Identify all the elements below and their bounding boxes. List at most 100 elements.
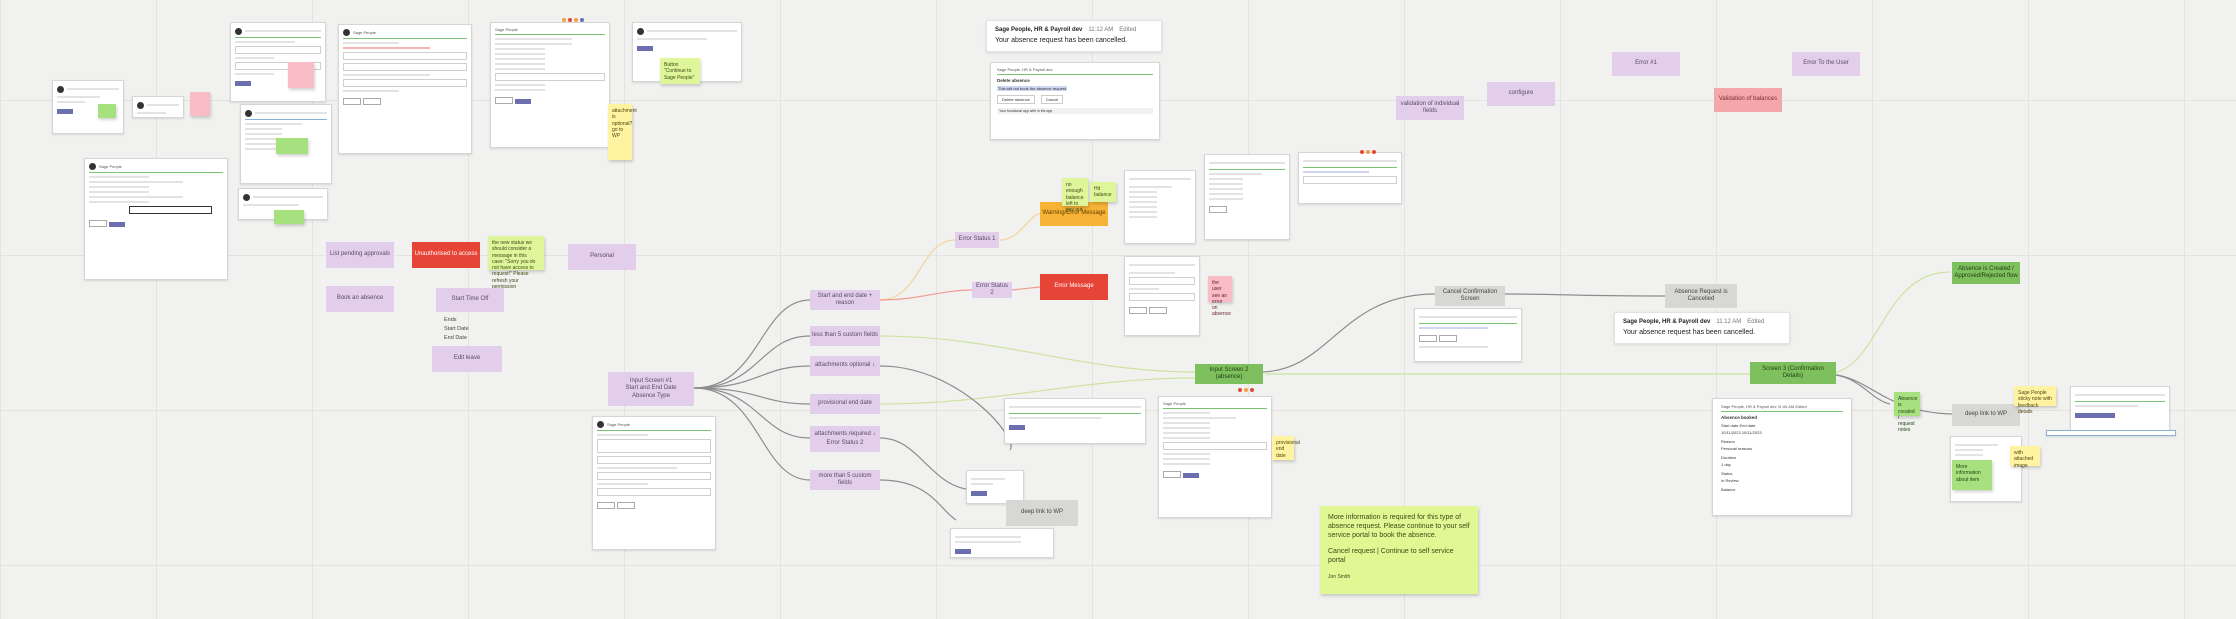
screenshot-right-notes xyxy=(2070,386,2170,432)
node-unauthorised[interactable]: Unauthorised to access xyxy=(412,242,480,268)
screenshot-absence-booked xyxy=(1004,398,1146,444)
avatar xyxy=(243,193,250,201)
mock-button xyxy=(1439,335,1457,342)
mock-button xyxy=(363,98,381,105)
node-input-screen-2[interactable]: Input Screen 2 (absence) xyxy=(1195,364,1263,384)
node-start-end-date[interactable]: Start and end date + reason xyxy=(810,290,880,310)
node-absence-cancelled[interactable]: Absence Request is Cancelled xyxy=(1665,284,1737,308)
toast-edited: Edited xyxy=(1119,27,1137,33)
card-absence-summary: Sage People, HR & Payroll dev 11:06 AM E… xyxy=(1712,398,1852,516)
screenshot-absence-review xyxy=(1204,154,1290,240)
plain-label-start: Start Date xyxy=(444,325,469,332)
delete-absence-button[interactable]: Delete absence xyxy=(997,95,1035,104)
mock-button xyxy=(1419,335,1437,342)
sticky-error-note: the user see an error on absence xyxy=(1208,276,1232,317)
node-input-screen[interactable]: Input Screen #1 Start and End Date Absen… xyxy=(608,372,694,406)
node-book-absence[interactable]: Book an absence xyxy=(326,286,394,312)
plain-label-ends: Ends xyxy=(444,317,457,323)
avatar xyxy=(57,85,64,93)
mock-button xyxy=(637,46,653,51)
toast-cancelled-mid: Sage People, HR & Payroll dev 11:12 AM Edi… xyxy=(1614,312,1790,344)
avatar xyxy=(637,27,644,35)
node-pending-approvals[interactable]: List pending approvals xyxy=(326,242,394,268)
node-error-message[interactable]: Error Message xyxy=(1040,274,1108,300)
dialog-body: This will not book the absence request xyxy=(997,86,1068,91)
screenshot-cancel-confirm xyxy=(1414,308,1522,362)
mock-button xyxy=(109,222,125,227)
node-error-status-1[interactable]: Error Status 1 xyxy=(955,232,999,248)
node-attachments-optional[interactable]: attachments optional ↓ xyxy=(810,356,880,376)
reaction-dots-3 xyxy=(1238,388,1254,392)
node-start-time-off[interactable]: Start Time Off xyxy=(436,288,504,312)
screenshot-approval xyxy=(1298,152,1402,204)
node-more-than-5[interactable]: more than 5 custom fields xyxy=(810,470,880,490)
sticky-green-detail xyxy=(274,210,304,224)
sticky-green-team xyxy=(276,138,308,154)
mock-button xyxy=(89,220,107,227)
toast-message: Your absence request has been cancelled. xyxy=(995,37,1128,44)
mock-button xyxy=(2075,413,2115,418)
screenshot-book-absence-form: Sage People xyxy=(592,416,716,550)
summary-row-2: Reason xyxy=(1721,439,1735,444)
node-less-than-5[interactable]: less than 5 custom fields xyxy=(810,326,880,346)
toast-time: 11:12 AM xyxy=(1088,27,1114,33)
node-attachments-required[interactable]: attachments required ↓ Error Status 2 xyxy=(810,426,880,452)
node-provisional-end-date[interactable]: provisional end date xyxy=(810,394,880,414)
avatar xyxy=(245,109,252,117)
node-cancel-confirmation[interactable]: Cancel Confirmation Screen xyxy=(1435,286,1505,306)
node-error-to-user[interactable]: Error To the User xyxy=(1792,52,1860,76)
avatar xyxy=(137,101,144,109)
mock-button xyxy=(1183,473,1199,478)
screenshot-input-screen-2: Sage People xyxy=(1158,396,1272,518)
mock-button xyxy=(597,502,615,509)
screenshot-error-detail xyxy=(1124,256,1200,336)
cancel-button[interactable]: Cancel xyxy=(1040,95,1064,104)
sticky-more-info-required: More information is required for this ty… xyxy=(1320,506,1478,594)
big-sticky-author: Jon Smith xyxy=(1328,573,1351,580)
node-edit-leave[interactable]: Edit leave xyxy=(432,346,502,372)
reaction-dots xyxy=(562,18,584,22)
node-validation-balances[interactable]: Validation of balances xyxy=(1714,88,1782,112)
screenshot-pending-card xyxy=(132,96,184,118)
mock-button xyxy=(1209,206,1227,213)
big-sticky-message: More information is required for this ty… xyxy=(1328,514,1470,539)
node-deep-link-wp-center[interactable]: deep link to WP xyxy=(1006,500,1078,526)
screenshot-more-fields xyxy=(950,528,1054,558)
toast-cancelled-top: Sage People, HR & Payroll dev 11:12 AM Edi… xyxy=(986,20,1162,52)
node-validation-fields[interactable]: validation of individual fields xyxy=(1396,96,1464,120)
dialog-footer: Your functional app with in the app xyxy=(997,108,1153,114)
sticky-warning-note: no enough balance left to pay out xyxy=(1062,178,1088,213)
sticky-balance: Hit balance xyxy=(1090,182,1116,202)
dialog-title: Delete absence xyxy=(997,78,1030,83)
sticky-continue-sage: Button "Continue to Sage People" xyxy=(660,58,700,84)
sticky-right-yellow-2: with attached image xyxy=(2010,446,2040,469)
summary-row-0: Start date End date xyxy=(1721,423,1756,428)
node-configure[interactable]: configure xyxy=(1487,82,1555,106)
mock-button xyxy=(343,98,361,105)
toast-time-2: 11:12 AM xyxy=(1716,319,1742,325)
mock-button xyxy=(1129,307,1147,314)
node-error-1[interactable]: Error #1 xyxy=(1612,52,1680,76)
avatar xyxy=(235,27,242,35)
reaction-dots-2 xyxy=(1360,150,1376,154)
dialog-header: Sage People, HR & Payroll dev xyxy=(997,67,1053,72)
summary-row-1: 10/11/2023 10/11/2023 xyxy=(1721,430,1762,435)
node-personal[interactable]: Personal xyxy=(568,244,636,270)
node-error-status-2[interactable]: Error Status 2 xyxy=(972,282,1012,298)
summary-row-8: Balance xyxy=(1721,487,1736,492)
mock-button xyxy=(1149,307,1167,314)
summary-row-7: In Review xyxy=(1721,478,1739,483)
mock-button xyxy=(495,97,513,104)
mock-button xyxy=(235,81,251,86)
node-absence-approved[interactable]: Absence is Created / Approved/Rejected f… xyxy=(1952,262,2020,284)
summary-row-5: 1 day xyxy=(1721,462,1731,467)
plain-label-list: Ends Start Date End Date xyxy=(444,316,469,342)
summary-row-3: Personal reasons xyxy=(1721,446,1753,451)
node-deep-link-wp-right[interactable]: deep link to WP xyxy=(1952,404,2020,426)
mock-button xyxy=(515,99,531,104)
toast-sender-2: Sage People, HR & Payroll dev xyxy=(1623,319,1711,325)
mock-button xyxy=(971,491,987,496)
toast-message-2: Your absence request has been cancelled. xyxy=(1623,329,1756,336)
screenshot-absence-summary: Sage People xyxy=(490,22,610,148)
node-confirmation-screen[interactable]: Screen 3 (Confirmation Details) xyxy=(1750,362,1836,384)
